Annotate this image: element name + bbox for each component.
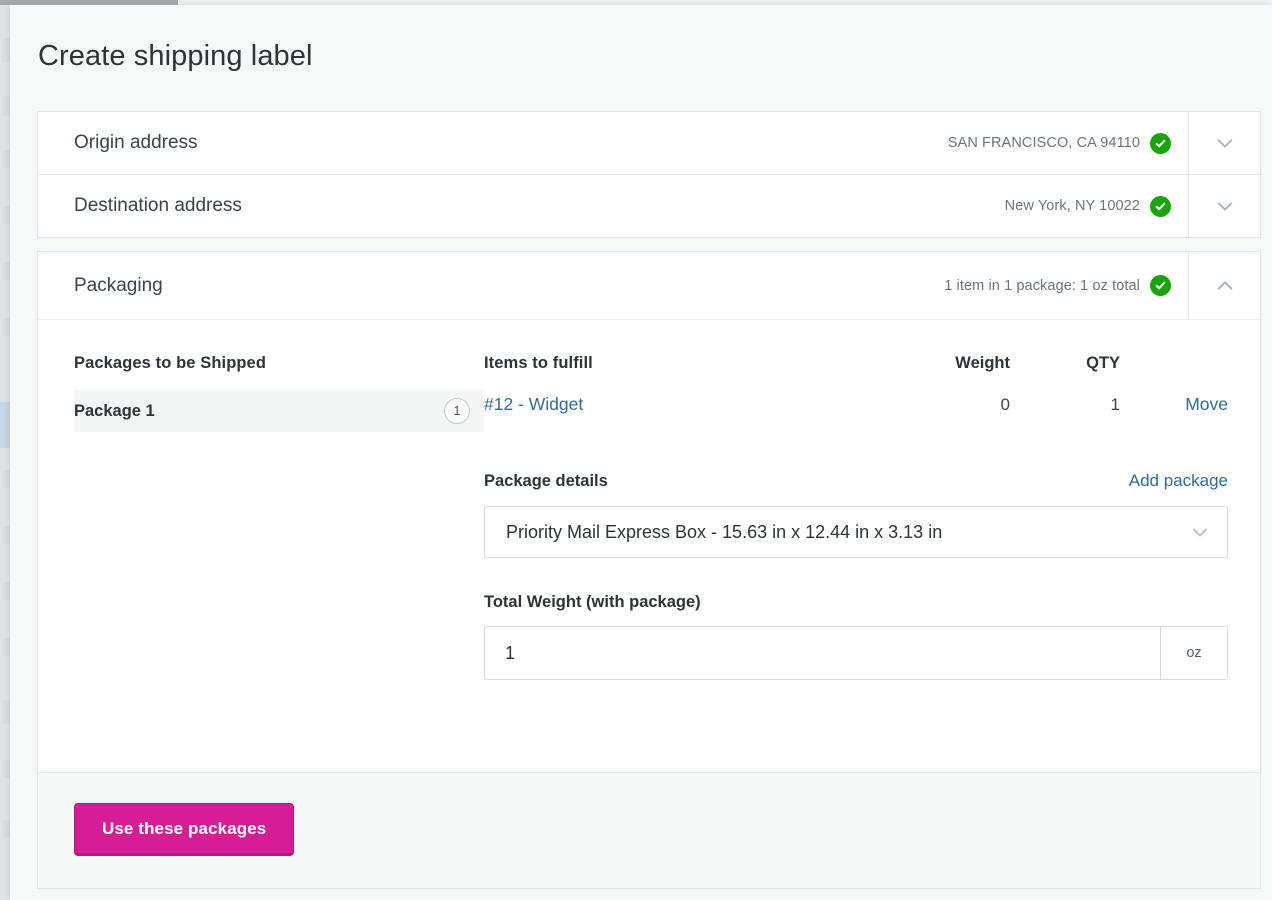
move-item-cell: Move (1120, 394, 1228, 415)
packaging-summary-text: 1 item in 1 package: 1 oz total (944, 277, 1140, 294)
chevron-down-icon (1192, 528, 1208, 537)
weight-heading: Weight (955, 354, 1010, 372)
add-package-button[interactable]: Add package (1129, 471, 1228, 490)
accordion-stack: Origin address SAN FRANCISCO, CA 94110 D… (10, 111, 1272, 900)
weight-unit-label: oz (1160, 627, 1227, 679)
section-destination-address[interactable]: Destination address New York, NY 10022 (37, 175, 1261, 238)
use-these-packages-button[interactable]: Use these packages (74, 803, 295, 856)
package-type-value: Priority Mail Express Box - 15.63 in x 1… (506, 521, 943, 542)
package-list-item[interactable]: Package 1 1 (74, 390, 484, 432)
origin-address-summary: SAN FRANCISCO, CA 94110 (198, 132, 1188, 154)
package-item-count-badge: 1 (444, 398, 470, 424)
verified-check-icon (1150, 275, 1171, 296)
add-package-cell: Add package (1129, 471, 1228, 491)
destination-address-toggle[interactable] (1188, 175, 1260, 237)
items-heading: Items to fulfill (484, 354, 593, 372)
destination-address-summary: New York, NY 10022 (242, 195, 1188, 217)
chevron-down-icon (1217, 139, 1232, 148)
section-origin-address[interactable]: Origin address SAN FRANCISCO, CA 94110 (37, 111, 1261, 175)
packaging-toggle[interactable] (1188, 252, 1260, 319)
packaging-footer: Use these packages (38, 772, 1260, 888)
table-row: #12 - Widget 0 1 Move (484, 394, 1228, 415)
item-weight: 0 (1000, 395, 1010, 414)
page-title: Create shipping label (38, 40, 313, 72)
section-packaging: Packaging 1 item in 1 package: 1 oz tota… (37, 251, 1261, 889)
package-details-header: Package details Add package (484, 471, 1228, 491)
origin-address-value: SAN FRANCISCO, CA 94110 (947, 135, 1140, 151)
total-weight-input[interactable] (485, 627, 1160, 679)
destination-address-label: Destination address (74, 195, 242, 216)
packages-column: Packages to be Shipped Package 1 1 (38, 354, 484, 742)
verified-check-icon (1150, 132, 1171, 154)
create-shipping-label-modal: Create shipping label Origin address SAN… (10, 5, 1272, 900)
items-table-header: Items to fulfill Weight QTY (484, 354, 1228, 373)
package-name: Package 1 (74, 401, 155, 420)
total-weight-label: Total Weight (with package) (484, 593, 701, 611)
packages-heading: Packages to be Shipped (74, 354, 267, 372)
total-weight-field: oz (484, 626, 1228, 680)
qty-heading: QTY (1086, 354, 1120, 372)
package-details-heading: Package details (484, 472, 608, 490)
packaging-summary: 1 item in 1 package: 1 oz total (163, 275, 1188, 296)
package-type-select[interactable]: Priority Mail Express Box - 15.63 in x 1… (484, 506, 1228, 558)
origin-address-label: Origin address (74, 132, 198, 153)
chevron-up-icon (1217, 280, 1232, 290)
item-link-cell: #12 - Widget (484, 394, 890, 415)
move-item-button[interactable]: Move (1185, 394, 1228, 414)
item-qty: 1 (1110, 395, 1120, 414)
origin-address-toggle[interactable] (1188, 112, 1260, 174)
verified-check-icon (1150, 195, 1171, 217)
destination-address-value: New York, NY 10022 (1004, 198, 1140, 214)
package-contents-column: Items to fulfill Weight QTY #12 - Widget… (484, 354, 1260, 742)
item-link[interactable]: #12 - Widget (484, 394, 583, 414)
chevron-down-icon (1217, 202, 1232, 211)
packaging-label: Packaging (74, 274, 163, 296)
